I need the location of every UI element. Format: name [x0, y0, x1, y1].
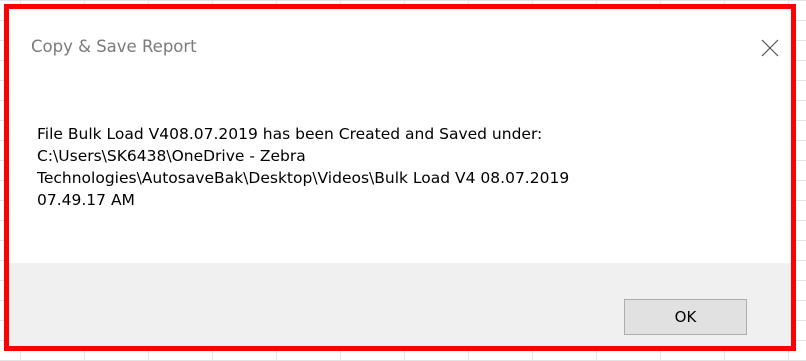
dialog-title: Copy & Save Report	[31, 37, 197, 56]
message-line: C:\Users\SK6438\OneDrive - Zebra	[37, 147, 306, 165]
dialog-message: File Bulk Load V408.07.2019 has been Cre…	[37, 123, 767, 211]
message-line: 07.49.17 AM	[37, 191, 135, 209]
message-box-dialog: Copy & Save Report File Bulk Load V408.0…	[4, 4, 796, 351]
message-line: File Bulk Load V408.07.2019 has been Cre…	[37, 125, 543, 143]
message-line: Technologies\AutosaveBak\Desktop\Videos\…	[37, 169, 570, 187]
close-icon	[761, 39, 779, 57]
ok-button[interactable]: OK	[624, 299, 747, 335]
title-bar[interactable]: Copy & Save Report	[9, 9, 791, 85]
close-button[interactable]	[755, 33, 785, 63]
dialog-footer: OK	[9, 263, 791, 346]
